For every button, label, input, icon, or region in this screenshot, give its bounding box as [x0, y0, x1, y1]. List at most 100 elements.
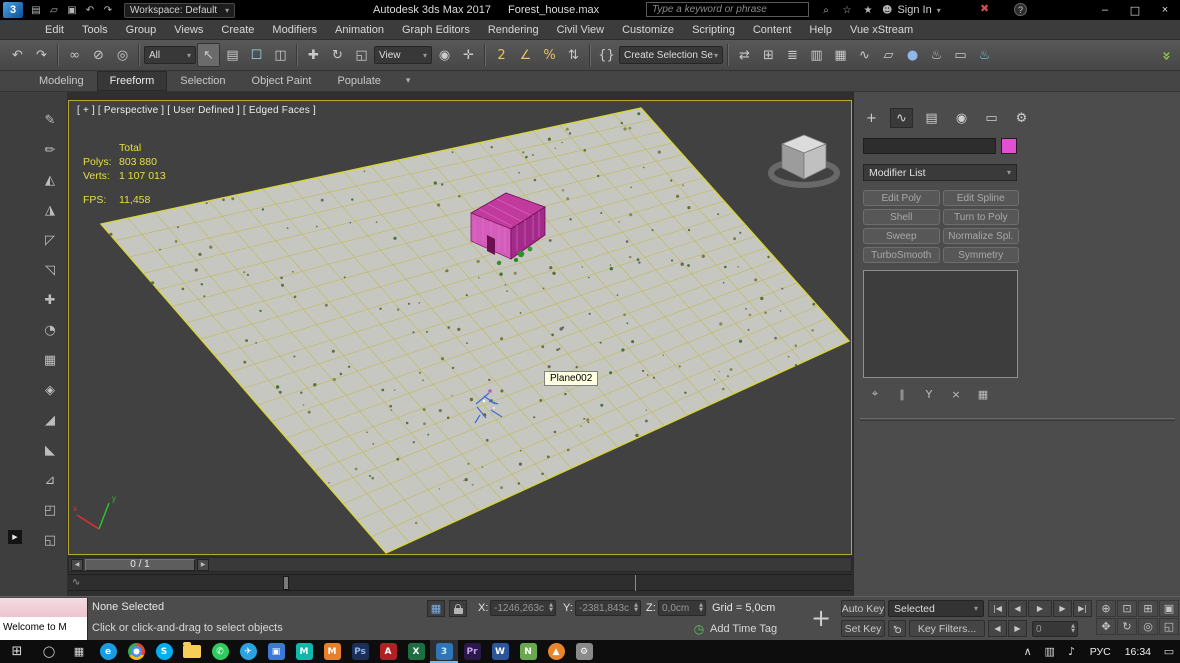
- go-to-end-icon[interactable]: ▶|: [1073, 600, 1092, 617]
- menu-create[interactable]: Create: [212, 20, 263, 40]
- motion-tab[interactable]: ◉: [950, 108, 973, 128]
- pan-icon[interactable]: ✥: [1096, 618, 1116, 635]
- select-link-icon[interactable]: ∞: [63, 43, 86, 67]
- current-frame-input[interactable]: [1033, 623, 1072, 635]
- menu-edit[interactable]: Edit: [36, 20, 73, 40]
- solve-surface-icon[interactable]: ◣: [38, 438, 62, 462]
- next-frame-icon[interactable]: ▶: [1053, 600, 1072, 617]
- menu-modifiers[interactable]: Modifiers: [263, 20, 326, 40]
- menu-tools[interactable]: Tools: [73, 20, 117, 40]
- taskbar-photos-icon[interactable]: ▣: [262, 640, 290, 663]
- maximize-viewport-icon[interactable]: ◱: [1159, 618, 1179, 635]
- tab-modeling[interactable]: Modeling: [26, 71, 97, 91]
- remove-modifier-icon[interactable]: ×: [947, 386, 965, 402]
- modifier-stack[interactable]: [863, 270, 1018, 378]
- key-filters-button[interactable]: Key Filters...: [909, 620, 985, 637]
- render-setup-icon[interactable]: ♨: [925, 43, 948, 67]
- menu-help[interactable]: Help: [800, 20, 841, 40]
- taskbar-vlc-icon[interactable]: ▲: [542, 640, 570, 663]
- hierarchy-tab[interactable]: ▤: [920, 108, 943, 128]
- z-coordinate-field[interactable]: ▲▼: [658, 600, 706, 616]
- y-coordinate-field[interactable]: ▲▼: [575, 600, 641, 616]
- taskbar-excel-icon[interactable]: X: [402, 640, 430, 663]
- bind-spacewarp-icon[interactable]: ◎: [111, 43, 134, 67]
- previous-frame-icon[interactable]: ◀: [1008, 600, 1027, 617]
- sign-in-button[interactable]: ☻ Sign In ▾: [882, 0, 941, 20]
- branches-icon[interactable]: ◔: [38, 318, 62, 342]
- maxscript-mini-listener[interactable]: Welcome to M: [0, 598, 88, 640]
- reference-coordinate-combo[interactable]: View ▾: [374, 46, 432, 64]
- perspective-viewport[interactable]: x y [ + ] [ Perspective ] [ User Defined…: [68, 100, 852, 555]
- zoom-region-icon[interactable]: ⊡: [1117, 600, 1137, 617]
- next-key-icon[interactable]: ▶: [1008, 620, 1027, 637]
- app-logo-icon[interactable]: 3: [3, 2, 23, 18]
- taskbar-photoshop-icon[interactable]: Ps: [346, 640, 374, 663]
- minimize-button[interactable]: –: [1090, 0, 1120, 20]
- workspace-chevron-icon[interactable]: »: [1158, 51, 1176, 61]
- extend-icon[interactable]: ✚: [38, 288, 62, 312]
- crosshair-icon[interactable]: +: [806, 603, 836, 633]
- object-name-field[interactable]: [863, 138, 996, 154]
- menu-rendering[interactable]: Rendering: [479, 20, 548, 40]
- paint-deform-icon[interactable]: ✏: [38, 138, 62, 162]
- taskbar-edge-icon[interactable]: e: [94, 640, 122, 663]
- viewport-canvas[interactable]: x y: [69, 101, 851, 554]
- y-coordinate-input[interactable]: [576, 602, 635, 614]
- align-icon[interactable]: ⊞: [757, 43, 780, 67]
- modifier-button-shell[interactable]: Shell: [863, 209, 940, 225]
- material-editor-icon[interactable]: ●: [901, 43, 924, 67]
- mirror-icon[interactable]: ⇄: [733, 43, 756, 67]
- keyword-search-icon[interactable]: ⌕: [818, 2, 834, 18]
- layer-manager-icon[interactable]: ≣: [781, 43, 804, 67]
- close-button[interactable]: ×: [1150, 0, 1180, 20]
- set-key-button[interactable]: Set Key: [841, 620, 885, 637]
- menu-group[interactable]: Group: [117, 20, 166, 40]
- go-to-start-icon[interactable]: |◀: [988, 600, 1007, 617]
- taskbar-acrobat-icon[interactable]: A: [374, 640, 402, 663]
- configure-modifier-sets-icon[interactable]: ▦: [974, 386, 992, 402]
- menu-vue-xstream[interactable]: Vue xStream: [841, 20, 922, 40]
- tray-chevron-icon[interactable]: ∧: [1017, 640, 1039, 663]
- play-icon[interactable]: ▶: [1028, 600, 1052, 617]
- object-color-swatch[interactable]: [1001, 138, 1017, 154]
- next-frame-arrow-icon[interactable]: ▶: [197, 558, 209, 571]
- a360-icon[interactable]: ✖: [980, 2, 989, 15]
- pin-stack-icon[interactable]: ⌖: [866, 386, 884, 402]
- workspace-combo[interactable]: Workspace: Default ▾: [124, 2, 236, 18]
- maximize-button[interactable]: □: [1120, 0, 1150, 20]
- trackbar-handle[interactable]: [283, 576, 289, 590]
- ribbon-toggle-icon[interactable]: ▦: [829, 43, 852, 67]
- spinner-icon[interactable]: ▲ ▼: [1071, 624, 1075, 634]
- taskbar-maya-icon[interactable]: M: [290, 640, 318, 663]
- panel-flyout-arrow-icon[interactable]: ▶: [8, 530, 22, 544]
- help-icon[interactable]: ?: [1014, 3, 1027, 16]
- zoom-extents-all-icon[interactable]: ▣: [1159, 600, 1179, 617]
- redo-icon[interactable]: ↷: [30, 43, 53, 67]
- modifier-list-dropdown[interactable]: Modifier List ▾: [863, 164, 1017, 181]
- menu-animation[interactable]: Animation: [326, 20, 393, 40]
- listener-pane[interactable]: Welcome to M: [0, 617, 87, 640]
- spinner-icon[interactable]: ▲ ▼: [549, 603, 553, 613]
- search-input[interactable]: [646, 2, 809, 17]
- conform-icon[interactable]: ◸: [38, 228, 62, 252]
- undo-icon[interactable]: ↶: [6, 43, 29, 67]
- menu-scripting[interactable]: Scripting: [683, 20, 744, 40]
- modifier-button-turn-to-poly[interactable]: Turn to Poly: [942, 209, 1019, 225]
- snap-toggle-icon[interactable]: 2: [490, 43, 513, 67]
- taskbar-3dsmax-icon[interactable]: 3: [430, 640, 458, 663]
- viewport-label[interactable]: [ + ] [ Perspective ] [ User Defined ] […: [77, 105, 316, 116]
- menu-views[interactable]: Views: [165, 20, 212, 40]
- new-scene-icon[interactable]: ▤: [28, 2, 44, 18]
- z-coordinate-input[interactable]: [659, 602, 700, 614]
- redo-icon[interactable]: ↷: [100, 2, 116, 18]
- tab-freeform[interactable]: Freeform: [96, 71, 168, 91]
- schematic-view-icon[interactable]: ▱: [877, 43, 900, 67]
- select-object-icon[interactable]: ↖: [197, 43, 220, 67]
- key-mode-icon[interactable]: ♀: [888, 620, 906, 637]
- clock[interactable]: 16:34: [1118, 646, 1158, 658]
- taskbar-chrome-icon[interactable]: [122, 640, 150, 663]
- task-view-icon[interactable]: ▦: [64, 640, 94, 663]
- pinch-icon[interactable]: ◱: [38, 528, 62, 552]
- scene-explorer-icon[interactable]: ▥: [805, 43, 828, 67]
- optimize-icon[interactable]: ◭: [38, 168, 62, 192]
